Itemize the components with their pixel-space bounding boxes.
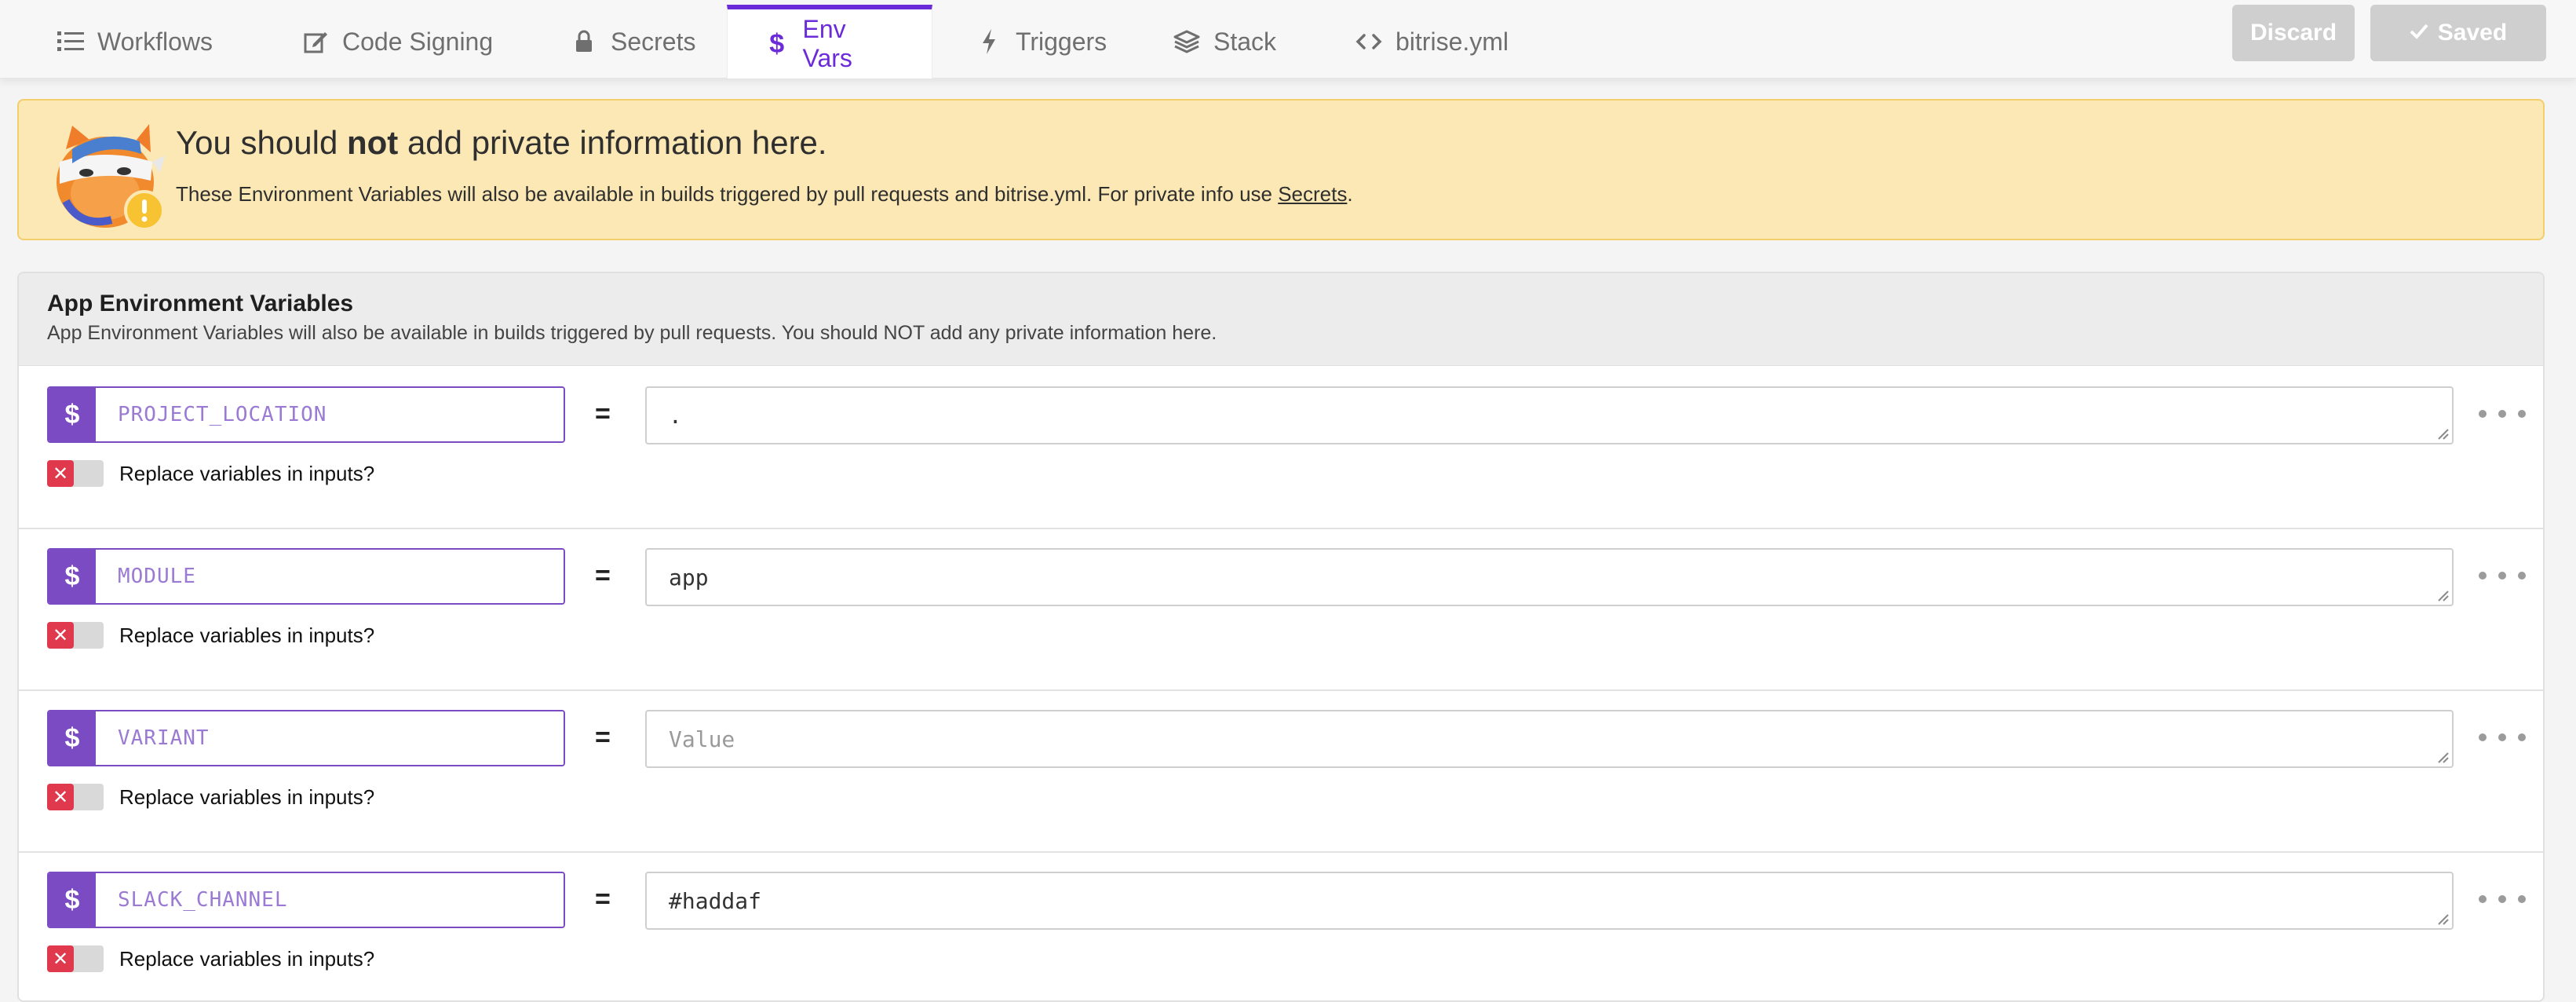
- tab-stack[interactable]: Stack: [1137, 5, 1312, 79]
- private-info-warning-banner: You should not add private information h…: [17, 99, 2545, 240]
- layers-icon: [1173, 27, 1201, 56]
- tab-label: Triggers: [1016, 27, 1107, 56]
- more-options-icon[interactable]: [2479, 402, 2526, 426]
- lock-icon: [570, 27, 598, 56]
- env-value-field: [645, 710, 2454, 768]
- tab-triggers[interactable]: Triggers: [939, 5, 1143, 79]
- env-key-field: $: [47, 710, 565, 766]
- resize-handle-icon[interactable]: [2435, 749, 2449, 763]
- more-options-icon[interactable]: [2479, 726, 2526, 749]
- panel-title: App Environment Variables: [47, 291, 354, 316]
- close-icon: ✕: [47, 945, 74, 972]
- saved-label: Saved: [2437, 20, 2508, 46]
- dollar-icon: $: [49, 550, 96, 603]
- dollar-icon: $: [769, 28, 785, 59]
- replace-variables-label: Replace variables in inputs?: [119, 785, 375, 809]
- banner-title: You should not add private information h…: [176, 124, 827, 161]
- list-icon: [57, 27, 85, 56]
- replace-variables-label: Replace variables in inputs?: [119, 947, 375, 971]
- env-var-row: $ = ✕ Replace variables in inputs?: [19, 691, 2543, 853]
- tab-bitrise-yml[interactable]: bitrise.yml: [1319, 5, 1545, 79]
- banner-text: These Environment Variables will also be…: [176, 182, 1353, 206]
- bolt-icon: [975, 27, 1003, 56]
- tab-label: bitrise.yml: [1396, 27, 1509, 56]
- more-options-icon[interactable]: [2479, 887, 2526, 911]
- replace-variables-label: Replace variables in inputs?: [119, 624, 375, 647]
- replace-variables-toggle[interactable]: ✕: [47, 460, 104, 487]
- resize-handle-icon[interactable]: [2435, 911, 2449, 925]
- resize-handle-icon[interactable]: [2435, 426, 2449, 440]
- env-var-row: $ = ✕ Replace variables in inputs?: [19, 853, 2543, 1000]
- dollar-icon: $: [49, 873, 96, 927]
- app-env-vars-panel: App Environment Variables App Environmen…: [17, 272, 2545, 1002]
- more-options-icon[interactable]: [2479, 564, 2526, 587]
- secrets-link[interactable]: Secrets: [1278, 182, 1347, 206]
- panel-header: App Environment Variables App Environmen…: [19, 273, 2543, 366]
- env-value-field: [645, 548, 2454, 606]
- replace-variables-toggle[interactable]: ✕: [47, 784, 104, 810]
- equals-sign: =: [595, 399, 611, 429]
- env-key-input[interactable]: [96, 873, 564, 927]
- env-var-row: $ = ✕ Replace variables in inputs?: [19, 368, 2543, 529]
- env-key-field: $: [47, 386, 565, 443]
- ninja-mascot-icon: [49, 118, 166, 236]
- tab-label: Workflows: [97, 27, 213, 56]
- banner-title-emphasis: not: [346, 124, 399, 161]
- equals-sign: =: [595, 884, 611, 914]
- tab-label: Env Vars: [802, 15, 852, 72]
- tab-secrets[interactable]: Secrets: [534, 5, 732, 79]
- env-value-input[interactable]: [647, 711, 2452, 766]
- env-key-input[interactable]: [96, 711, 564, 765]
- env-key-input[interactable]: [96, 388, 564, 441]
- equals-sign: =: [595, 561, 611, 591]
- dollar-icon: $: [49, 711, 96, 765]
- env-value-input[interactable]: [647, 550, 2452, 605]
- close-icon: ✕: [47, 460, 74, 487]
- close-icon: ✕: [47, 622, 74, 649]
- tab-env-vars[interactable]: $ Env Vars: [727, 5, 932, 79]
- edit-icon: [301, 27, 330, 56]
- check-icon: [2410, 20, 2428, 46]
- equals-sign: =: [595, 722, 611, 752]
- discard-label: Discard: [2249, 20, 2337, 46]
- env-var-row: $ = ✕ Replace variables in inputs?: [19, 529, 2543, 691]
- resize-handle-icon[interactable]: [2435, 587, 2449, 602]
- tab-label: Secrets: [611, 27, 696, 56]
- replace-variables-label: Replace variables in inputs?: [119, 462, 375, 485]
- close-icon: ✕: [47, 784, 74, 810]
- panel-subtitle: App Environment Variables will also be a…: [47, 322, 1217, 344]
- saved-button[interactable]: Saved: [2370, 5, 2546, 61]
- env-key-field: $: [47, 872, 565, 928]
- code-icon: [1355, 27, 1383, 56]
- tab-workflows[interactable]: Workflows: [20, 5, 249, 79]
- replace-variables-toggle[interactable]: ✕: [47, 945, 104, 972]
- env-value-field: [645, 872, 2454, 930]
- env-value-field: [645, 386, 2454, 444]
- env-key-field: $: [47, 548, 565, 605]
- tab-code-signing[interactable]: Code Signing: [265, 5, 529, 79]
- discard-button[interactable]: Discard: [2232, 5, 2355, 61]
- tab-label: Stack: [1213, 27, 1277, 56]
- env-value-input[interactable]: [647, 873, 2452, 928]
- top-tab-bar: Workflows Code Signing Secrets $ Env Var…: [0, 0, 2576, 79]
- tab-label: Code Signing: [342, 27, 494, 56]
- dollar-icon: $: [49, 388, 96, 441]
- env-value-input[interactable]: [647, 388, 2452, 443]
- replace-variables-toggle[interactable]: ✕: [47, 622, 104, 649]
- env-key-input[interactable]: [96, 550, 564, 603]
